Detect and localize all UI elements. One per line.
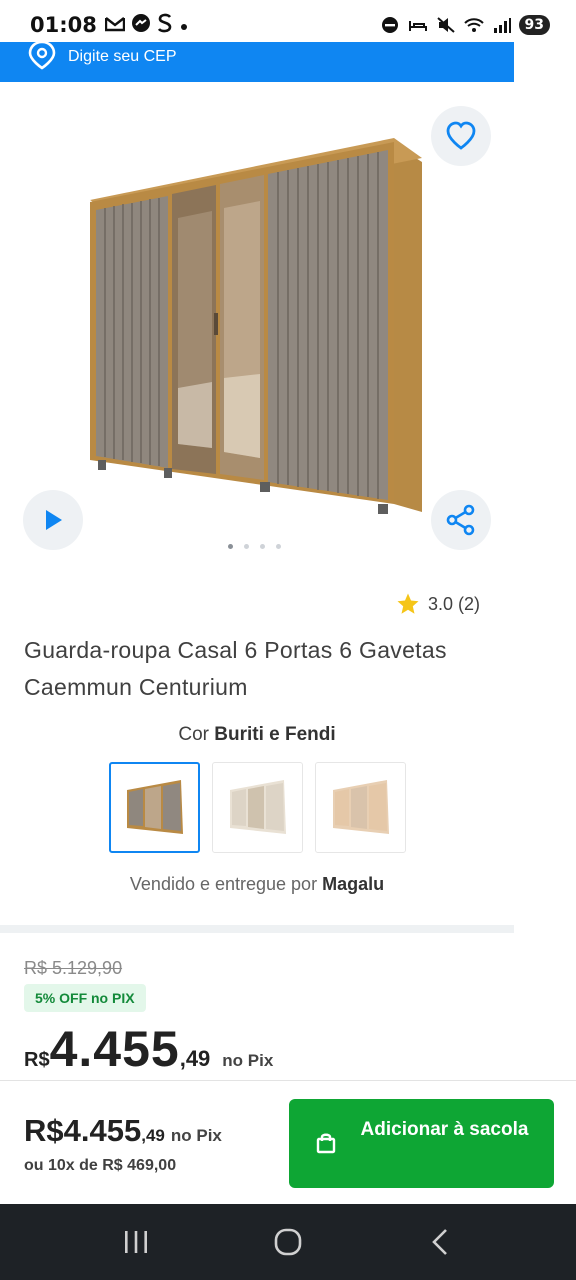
gallery-dot[interactable] bbox=[276, 544, 281, 549]
seller-name[interactable]: Magalu bbox=[322, 874, 384, 894]
shopping-bag-icon bbox=[316, 1133, 336, 1154]
swatch-image bbox=[332, 779, 389, 834]
home-icon bbox=[274, 1228, 302, 1256]
buy-bar-price-cents: ,49 bbox=[141, 1126, 165, 1145]
share-icon bbox=[446, 504, 475, 536]
home-button[interactable] bbox=[268, 1222, 308, 1262]
swatch-image bbox=[126, 779, 183, 834]
swatch-image bbox=[229, 779, 286, 834]
add-to-bag-button[interactable]: Adicionar à sacola bbox=[289, 1099, 554, 1188]
back-button[interactable] bbox=[420, 1222, 460, 1262]
color-swatch-natural[interactable] bbox=[315, 762, 406, 853]
location-pin-icon bbox=[28, 40, 56, 75]
buy-bar-price: R$4.455 ,49 no Pix bbox=[24, 1113, 222, 1149]
favorite-button[interactable] bbox=[431, 106, 491, 166]
buy-bar: R$4.455 ,49 no Pix ou 10x de R$ 469,00 A… bbox=[0, 1080, 576, 1204]
color-swatches bbox=[109, 762, 406, 853]
seller-prefix: Vendido e entregue por bbox=[129, 874, 318, 894]
system-navigation-bar bbox=[0, 1204, 576, 1280]
back-icon bbox=[432, 1229, 447, 1255]
price-cents: ,49 bbox=[179, 1046, 211, 1071]
product-page: 01:08 93 Digite seu CEP 3.0 (2) Guarda-r… bbox=[0, 0, 576, 1280]
old-price: R$ 5.129,90 bbox=[24, 958, 123, 978]
battery-level: 93 bbox=[518, 15, 550, 35]
heart-icon bbox=[446, 121, 476, 150]
dnd-icon bbox=[379, 15, 401, 35]
buy-bar-pix-label: no Pix bbox=[170, 1126, 222, 1145]
s-app-icon bbox=[157, 13, 173, 38]
messenger-icon bbox=[131, 13, 151, 38]
play-icon bbox=[46, 510, 62, 530]
product-title: Guarda-roupa Casal 6 Portas 6 Gavetas Ca… bbox=[24, 637, 447, 700]
price-currency: R$ bbox=[24, 1049, 50, 1071]
color-swatch-off-white[interactable] bbox=[212, 762, 303, 853]
rating-value: 3.0 (2) bbox=[428, 593, 481, 614]
more-notifications-dot-icon bbox=[179, 13, 189, 37]
selected-color-name: Buriti e Fendi bbox=[214, 724, 336, 745]
product-rating[interactable]: 3.0 (2) bbox=[396, 592, 480, 616]
gallery-dot[interactable] bbox=[260, 544, 265, 549]
section-divider bbox=[0, 925, 514, 933]
gallery-dot[interactable] bbox=[228, 544, 233, 549]
notification-icons bbox=[104, 13, 189, 38]
recent-apps-icon bbox=[125, 1231, 147, 1253]
status-time: 01:08 bbox=[30, 13, 97, 37]
wifi-icon bbox=[463, 15, 485, 35]
color-swatch-buriti-fendi[interactable] bbox=[109, 762, 200, 853]
color-label-prefix: Cor bbox=[178, 724, 209, 745]
color-label: Cor Buriti e Fendi bbox=[0, 724, 514, 746]
product-image-wardrobe bbox=[90, 138, 422, 514]
cep-label: Digite seu CEP bbox=[68, 48, 177, 65]
add-to-bag-label: Adicionar à sacola bbox=[360, 1119, 529, 1140]
sleep-mode-icon bbox=[407, 15, 429, 35]
price-pix-label: no Pix bbox=[222, 1051, 274, 1070]
product-gallery[interactable] bbox=[0, 82, 514, 572]
share-button[interactable] bbox=[431, 490, 491, 550]
gmail-icon bbox=[104, 13, 126, 37]
discount-badge: 5% OFF no PIX bbox=[24, 984, 146, 1012]
buy-bar-price-integer: R$4.455 bbox=[24, 1113, 142, 1148]
main-price: R$ 4.455 ,49 no Pix bbox=[24, 1020, 273, 1078]
cep-bar[interactable]: Digite seu CEP bbox=[0, 40, 514, 82]
star-icon bbox=[397, 593, 419, 614]
installments-text: ou 10x de R$ 469,00 bbox=[24, 1157, 177, 1174]
signal-icon bbox=[491, 15, 513, 35]
right-edge bbox=[514, 42, 576, 1082]
seller-info: Vendido e entregue por Magalu bbox=[0, 874, 514, 895]
play-video-button[interactable] bbox=[23, 490, 83, 550]
recent-apps-button[interactable] bbox=[116, 1222, 156, 1262]
gallery-dot[interactable] bbox=[244, 544, 249, 549]
price-integer: 4.455 bbox=[49, 1021, 180, 1077]
mute-icon bbox=[435, 15, 457, 35]
gallery-pagination bbox=[228, 544, 281, 549]
status-right: 93 bbox=[379, 15, 550, 35]
